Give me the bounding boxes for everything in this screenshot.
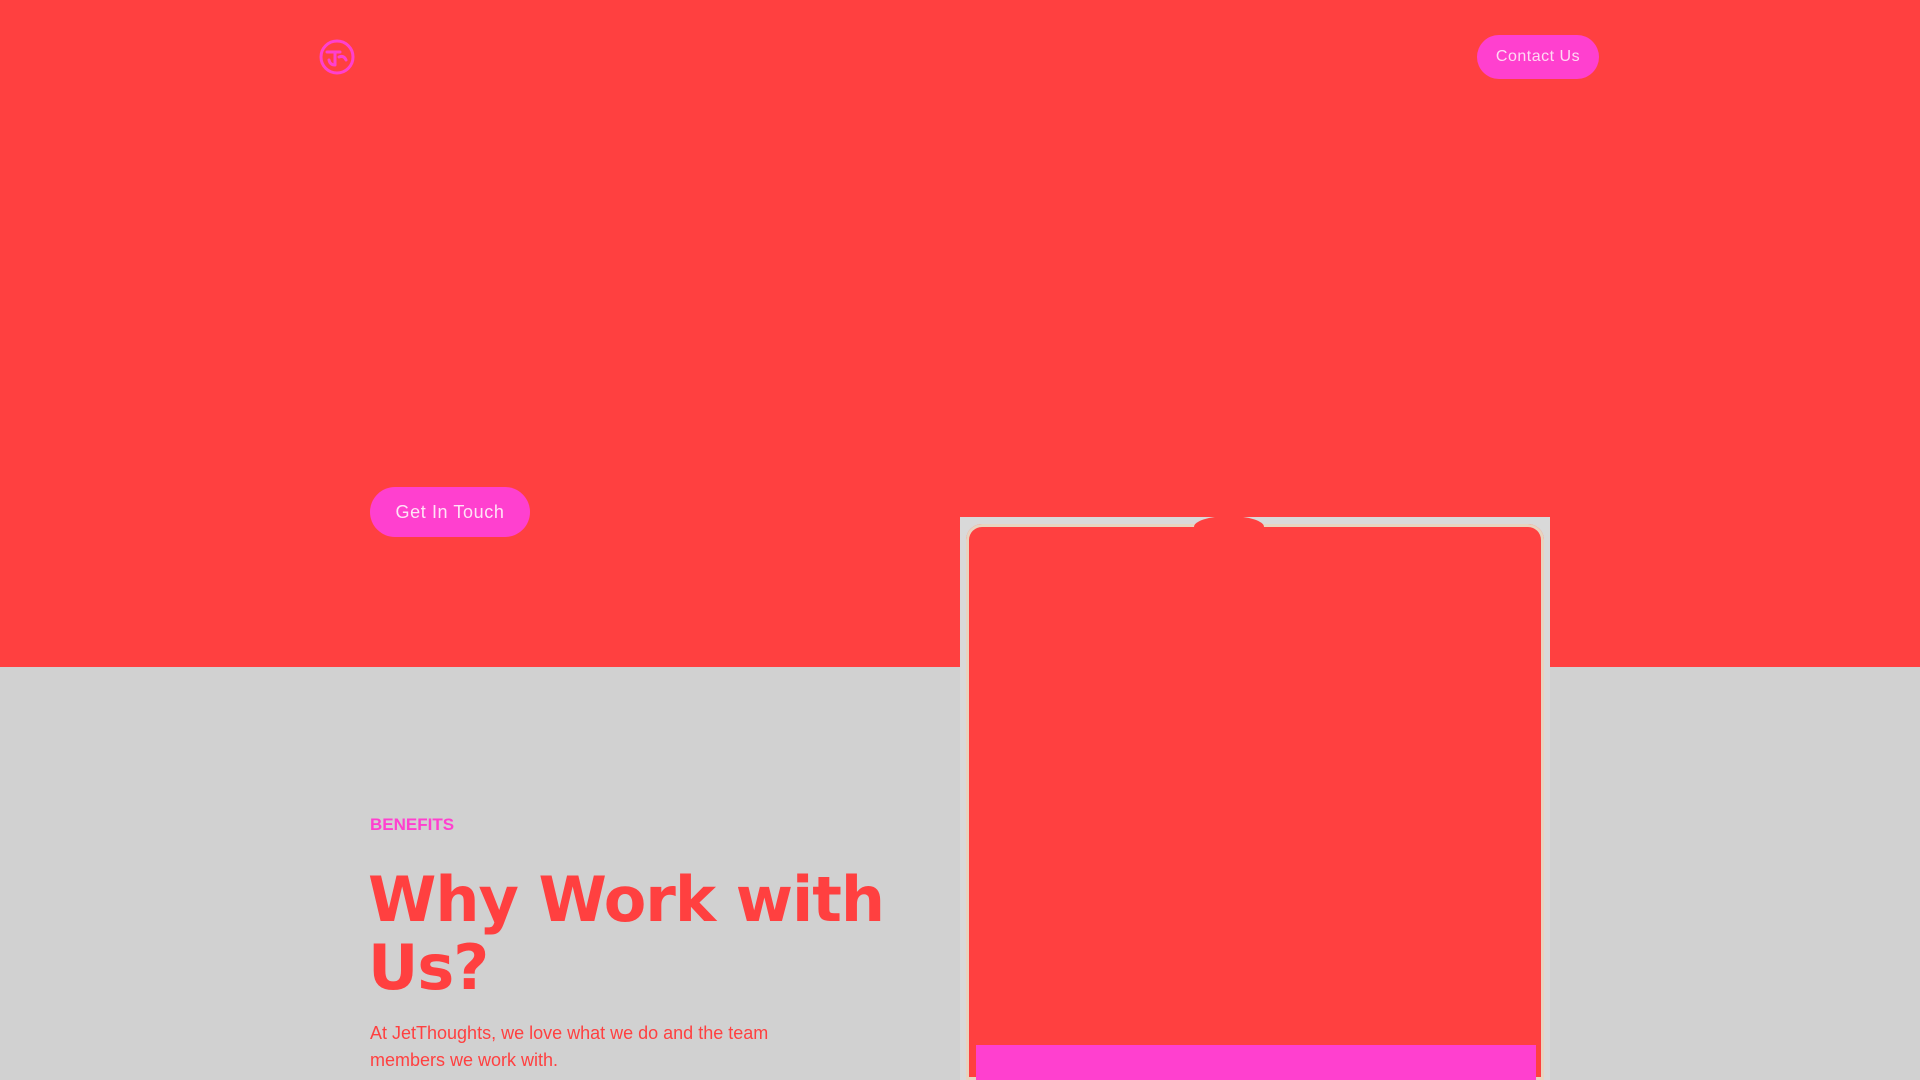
photo-caption-strip: [976, 1045, 1536, 1080]
get-in-touch-button[interactable]: Get In Touch: [370, 487, 530, 537]
team-photo: [960, 516, 1550, 1080]
section-intro: At JetThoughts, we love what we do and t…: [370, 1023, 769, 1070]
page: Contact Us Get In Touch BENEFITS Why Wor…: [0, 0, 1920, 1080]
section-heading: Why Work with Us?: [368, 863, 885, 1004]
team-photo-image: [966, 516, 1544, 1080]
contact-us-button[interactable]: Contact Us: [1477, 35, 1599, 79]
photo-notch: [1194, 516, 1264, 538]
jetthoughts-logo-icon[interactable]: [318, 38, 356, 76]
section-eyebrow: BENEFITS: [370, 815, 455, 834]
